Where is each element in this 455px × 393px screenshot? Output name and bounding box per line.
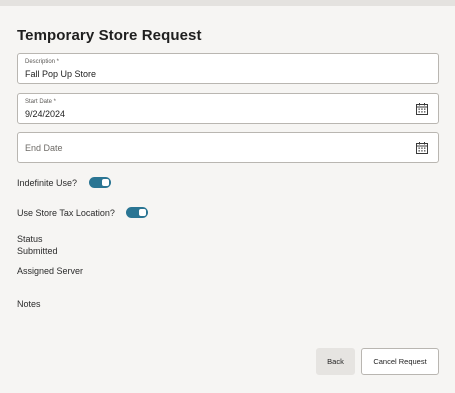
use-store-tax-label: Use Store Tax Location?: [17, 208, 115, 218]
start-date-field[interactable]: Start Date * 9/24/2024: [17, 93, 439, 124]
top-strip: [0, 0, 455, 6]
assigned-server-label: Assigned Server: [17, 266, 84, 276]
status-label: Status: [17, 234, 43, 244]
page-title: Temporary Store Request: [17, 27, 202, 44]
status-value: Submitted: [17, 246, 58, 256]
toggle-knob: [139, 209, 146, 216]
toggle-knob: [102, 179, 109, 186]
start-date-value: 9/24/2024: [25, 109, 66, 119]
description-label: Description *: [25, 59, 60, 65]
use-store-tax-toggle[interactable]: [126, 207, 148, 218]
description-field[interactable]: Description * Fall Pop Up Store: [17, 53, 439, 84]
calendar-icon[interactable]: [415, 141, 429, 155]
end-date-field[interactable]: End Date: [17, 132, 439, 163]
back-button[interactable]: Back: [316, 348, 355, 375]
indefinite-use-label: Indefinite Use?: [17, 178, 78, 188]
cancel-request-button[interactable]: Cancel Request: [361, 348, 439, 375]
description-value: Fall Pop Up Store: [25, 69, 97, 79]
calendar-icon[interactable]: [415, 102, 429, 116]
indefinite-use-toggle[interactable]: [89, 177, 111, 188]
start-date-label: Start Date *: [25, 99, 57, 105]
end-date-placeholder: End Date: [25, 143, 63, 153]
notes-label: Notes: [17, 299, 41, 309]
